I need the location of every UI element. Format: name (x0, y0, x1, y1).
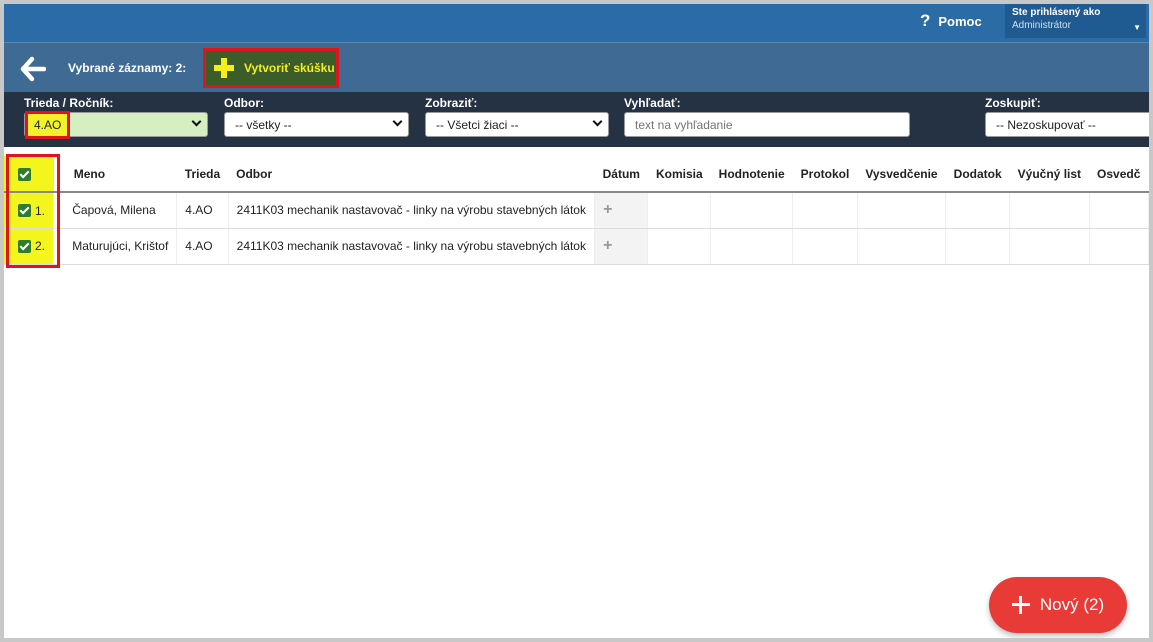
help-icon: ? (920, 11, 931, 30)
cell-vyucny-list (1009, 228, 1090, 265)
cell-protokol (792, 192, 858, 229)
row-number: 2. (35, 239, 46, 254)
user-menu[interactable]: Ste prihlásený ako Administrátor ▼ (1005, 4, 1146, 38)
col-vysvedcenie[interactable]: Vysvedčenie (857, 156, 946, 193)
col-osvedcenie[interactable]: Osvedč (1089, 156, 1149, 193)
chevron-down-icon (392, 116, 403, 127)
col-dodatok[interactable]: Dodatok (945, 156, 1010, 193)
col-trieda[interactable]: Trieda (176, 156, 229, 193)
col-komisia[interactable]: Komisia (647, 156, 711, 193)
filter-vyhladat: Vyhľadať: (624, 96, 910, 137)
user-line1: Ste prihlásený ako (1012, 7, 1101, 18)
odbor-value: -- všetky -- (235, 117, 292, 132)
filter-odbor: Odbor: -- všetky -- (224, 96, 409, 137)
zobrazit-label: Zobraziť: (425, 96, 478, 110)
row-select-cell: 2. (4, 228, 55, 265)
row-select-cell: 1. (4, 192, 55, 229)
odbor-label: Odbor: (224, 96, 264, 110)
filter-zobrazit: Zobraziť: -- Všetci žiaci -- (425, 96, 609, 137)
zoskupit-select[interactable]: -- Nezoskupovať -- (985, 112, 1149, 137)
cell-odbor: 2411K03 mechanik nastavovač - linky na v… (228, 228, 596, 265)
zoskupit-label: Zoskupiť: (985, 96, 1041, 110)
plus-icon (1011, 596, 1030, 614)
chevron-down-icon (592, 116, 603, 127)
table-row[interactable]: 2. Maturujúci, Krištof 4.AO 2411K03 mech… (4, 228, 1149, 265)
cell-hodnotenie (710, 192, 794, 229)
table-row[interactable]: 1. Čapová, Milena 4.AO 2411K03 mechanik … (4, 192, 1149, 229)
cell-hodnotenie (710, 228, 794, 265)
back-arrow-icon[interactable] (20, 56, 46, 82)
new-button-label: Nový (2) (1039, 595, 1105, 614)
cell-meno: Čapová, Milena (53, 192, 178, 229)
records-table-wrap: Meno Trieda Odbor Dátum Komisia Hodnoten… (4, 156, 1149, 265)
row-number: 1. (35, 203, 46, 218)
select-all-cell (4, 156, 54, 193)
cell-dodatok (945, 228, 1011, 265)
add-date-icon[interactable]: + (603, 237, 612, 254)
user-name: Administrátor (1012, 20, 1071, 31)
filter-zoskupit: Zoskupiť: -- Nezoskupovať -- (985, 96, 1149, 137)
cell-komisia (647, 192, 712, 229)
trieda-select[interactable]: 4.AO (24, 110, 208, 139)
app-frame: ? Pomoc Ste prihlásený ako Administrátor… (4, 4, 1149, 638)
col-datum[interactable]: Dátum (594, 156, 648, 193)
add-date-icon[interactable]: + (603, 201, 612, 218)
help-link[interactable]: ? Pomoc (920, 11, 982, 31)
col-hodnotenie[interactable]: Hodnotenie (710, 156, 793, 193)
zoskupit-value: -- Nezoskupovať -- (996, 117, 1096, 132)
col-protokol[interactable]: Protokol (792, 156, 858, 193)
cell-trieda: 4.AO (176, 228, 229, 265)
cell-datum: + (594, 228, 649, 265)
selected-records-label: Vybrané záznamy: 2: (68, 61, 187, 75)
cell-meno: Maturujúci, Krištof (53, 228, 178, 265)
records-table: Meno Trieda Odbor Dátum Komisia Hodnoten… (4, 156, 1149, 265)
col-odbor[interactable]: Odbor (228, 156, 595, 193)
filter-bar: Trieda / Ročník: 4.AO Odbor: -- všetky -… (4, 92, 1149, 147)
col-vyucny-list[interactable]: Výučný list (1009, 156, 1090, 193)
cell-dodatok (945, 192, 1011, 229)
trieda-value: 4.AO (25, 110, 71, 139)
cell-odbor: 2411K03 mechanik nastavovač - linky na v… (228, 192, 596, 229)
row-checkbox[interactable] (18, 204, 31, 218)
cell-vysvedcenie (857, 192, 947, 229)
select-all-checkbox[interactable] (18, 167, 31, 181)
cell-vysvedcenie (857, 228, 947, 265)
filter-trieda: Trieda / Ročník: 4.AO (24, 96, 208, 139)
chevron-down-icon (191, 116, 202, 127)
new-button[interactable]: Nový (2) (989, 577, 1127, 633)
odbor-select[interactable]: -- všetky -- (224, 112, 409, 137)
plus-icon (214, 58, 234, 78)
top-bar: ? Pomoc Ste prihlásený ako Administrátor… (4, 4, 1149, 42)
vyhladat-label: Vyhľadať: (624, 96, 681, 110)
cell-komisia (647, 228, 712, 265)
search-input[interactable] (624, 112, 910, 137)
row-checkbox[interactable] (18, 239, 31, 253)
create-exam-label: Vytvoriť skúšku (244, 61, 335, 75)
help-label: Pomoc (938, 13, 982, 29)
cell-vyucny-list (1009, 192, 1090, 229)
create-exam-button[interactable]: Vytvoriť skúšku (203, 48, 339, 88)
zobrazit-select[interactable]: -- Všetci žiaci -- (425, 112, 609, 137)
cell-osvedcenie (1089, 228, 1149, 265)
cell-osvedcenie (1089, 192, 1149, 229)
zobrazit-value: -- Všetci žiaci -- (436, 117, 519, 132)
cell-trieda: 4.AO (176, 192, 229, 229)
col-meno[interactable]: Meno (53, 156, 177, 193)
cell-protokol (792, 228, 858, 265)
caret-down-icon: ▼ (1133, 23, 1141, 32)
action-bar: Vybrané záznamy: 2: Vytvoriť skúšku (4, 42, 1149, 92)
table-header-row: Meno Trieda Odbor Dátum Komisia Hodnoten… (4, 156, 1149, 193)
cell-datum: + (594, 192, 649, 229)
